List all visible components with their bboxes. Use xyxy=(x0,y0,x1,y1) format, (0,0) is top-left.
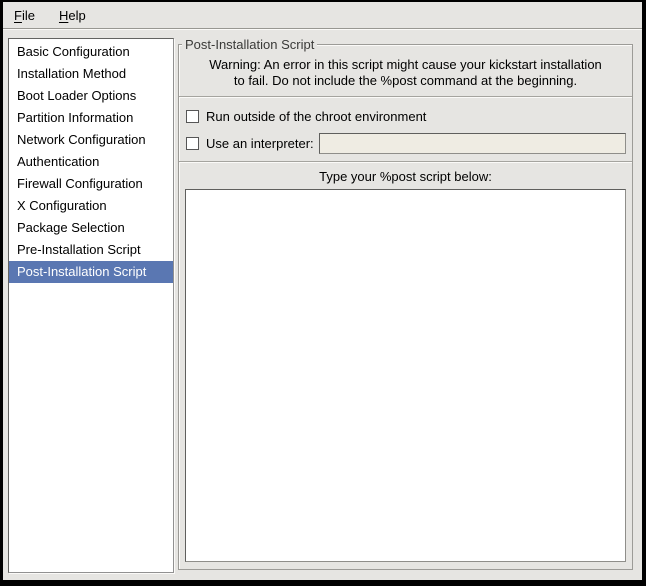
chroot-checkbox-row[interactable]: Run outside of the chroot environment xyxy=(186,106,626,126)
warning-text: Warning: An error in this script might c… xyxy=(179,57,632,89)
sidebar-item-authentication[interactable]: Authentication xyxy=(9,151,173,173)
interpreter-entry[interactable] xyxy=(319,133,626,154)
sidebar-item-post-installation-script[interactable]: Post-Installation Script xyxy=(9,261,173,283)
separator xyxy=(179,96,632,98)
sidebar-item-firewall-configuration[interactable]: Firewall Configuration xyxy=(9,173,173,195)
chroot-checkbox-label: Run outside of the chroot environment xyxy=(206,109,426,124)
warning-line-2: to fail. Do not include the %post comman… xyxy=(179,73,632,89)
sidebar-item-package-selection[interactable]: Package Selection xyxy=(9,217,173,239)
sidebar-item-partition-information[interactable]: Partition Information xyxy=(9,107,173,129)
menu-help-mnemonic: H xyxy=(59,8,68,23)
sidebar-item-installation-method[interactable]: Installation Method xyxy=(9,63,173,85)
sidebar-item-boot-loader-options[interactable]: Boot Loader Options xyxy=(9,85,173,107)
menu-help-label: elp xyxy=(68,8,85,23)
warning-line-1: Warning: An error in this script might c… xyxy=(179,57,632,73)
interpreter-checkbox-row: Use an interpreter: xyxy=(186,132,626,154)
category-list: Basic Configuration Installation Method … xyxy=(8,38,174,573)
kickstart-configurator-window: File Help Basic Configuration Installati… xyxy=(0,0,646,586)
script-prompt-label: Type your %post script below: xyxy=(179,169,632,185)
frame-title: Post-Installation Script xyxy=(182,36,317,53)
sidebar-item-network-configuration[interactable]: Network Configuration xyxy=(9,129,173,151)
chroot-checkbox[interactable] xyxy=(186,110,199,123)
menu-help[interactable]: Help xyxy=(52,4,93,27)
menu-file[interactable]: File xyxy=(7,4,42,27)
menubar: File Help xyxy=(3,2,642,29)
sidebar-item-pre-installation-script[interactable]: Pre-Installation Script xyxy=(9,239,173,261)
menu-file-mnemonic: F xyxy=(14,8,22,23)
post-installation-script-frame: Post-Installation Script Warning: An err… xyxy=(178,44,633,570)
separator xyxy=(179,161,632,163)
sidebar-item-x-configuration[interactable]: X Configuration xyxy=(9,195,173,217)
sidebar-item-basic-configuration[interactable]: Basic Configuration xyxy=(9,41,173,63)
interpreter-checkbox[interactable] xyxy=(186,137,199,150)
menu-file-label: ile xyxy=(22,8,35,23)
post-script-textarea[interactable] xyxy=(185,189,626,562)
interpreter-checkbox-label: Use an interpreter: xyxy=(206,136,314,151)
